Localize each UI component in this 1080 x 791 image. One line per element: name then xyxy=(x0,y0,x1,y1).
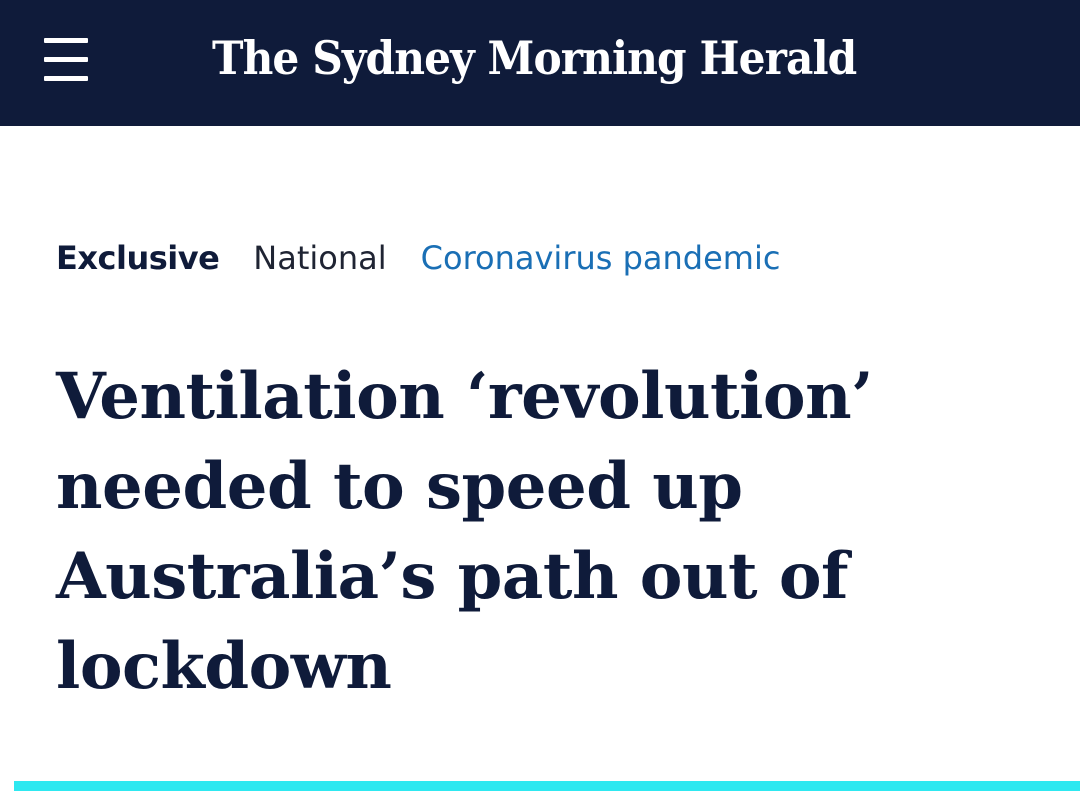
article-tags: Exclusive National Coronavirus pandemic xyxy=(56,236,780,280)
menu-line xyxy=(44,76,88,81)
exclusive-label: Exclusive xyxy=(56,239,220,277)
masthead-logo[interactable]: The Sydney Morning Herald xyxy=(212,22,857,94)
topic-link[interactable]: Coronavirus pandemic xyxy=(421,236,781,280)
accent-bar xyxy=(14,781,1080,791)
menu-line xyxy=(44,57,88,62)
section-label: National xyxy=(253,239,387,277)
menu-line xyxy=(44,38,88,43)
article-headline: Ventilation ‘revolution’ needed to speed… xyxy=(56,359,873,704)
hamburger-menu-icon[interactable] xyxy=(44,38,88,84)
site-header: The Sydney Morning Herald xyxy=(0,0,1080,126)
